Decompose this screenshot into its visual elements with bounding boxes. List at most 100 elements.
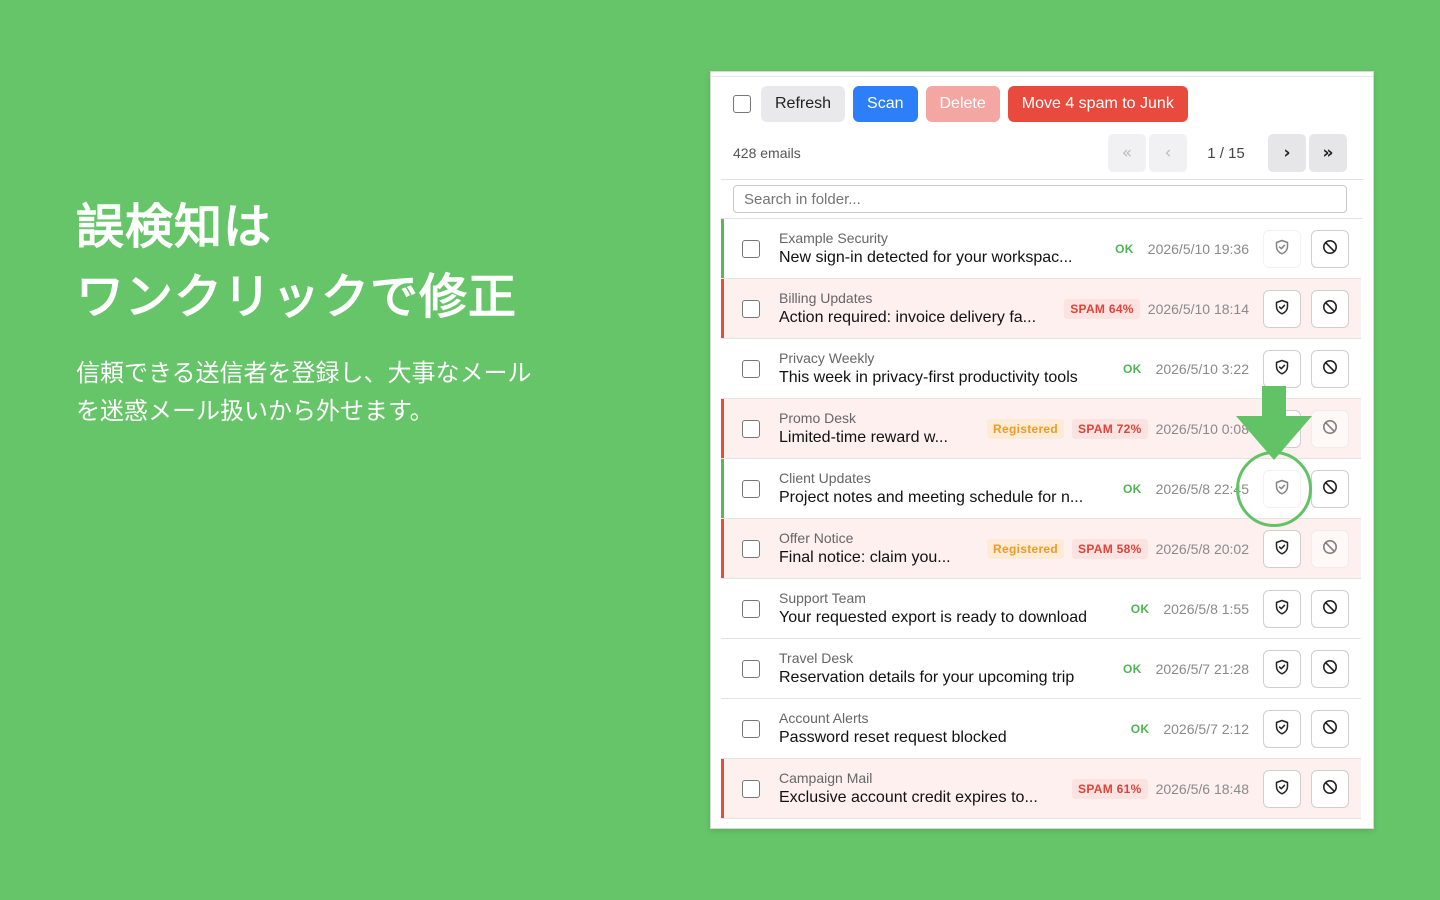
email-row[interactable]: Account Alerts Password reset request blo… [721, 699, 1361, 759]
block-icon [1322, 359, 1338, 379]
email-row[interactable]: Offer Notice Final notice: claim you... Re… [721, 519, 1361, 579]
block-sender-button[interactable] [1311, 230, 1349, 268]
promo-headline: 誤検知は ワンクリックで修正 [76, 192, 532, 332]
email-sender: Support Team [779, 590, 866, 606]
row-checkbox[interactable] [742, 720, 760, 738]
divider [711, 76, 1373, 77]
shield-check-icon [1274, 719, 1290, 739]
trust-sender-button[interactable] [1263, 230, 1301, 268]
status-badge: OK [1130, 602, 1150, 616]
email-date: 2026/5/8 20:02 [1155, 541, 1249, 557]
row-checkbox[interactable] [742, 240, 760, 258]
block-sender-button[interactable] [1311, 650, 1349, 688]
row-status-bar [721, 519, 724, 578]
row-checkbox[interactable] [742, 600, 760, 618]
block-sender-button[interactable] [1311, 290, 1349, 328]
move-spam-button[interactable]: Move 4 spam to Junk [1007, 86, 1188, 122]
row-checkbox[interactable] [742, 300, 760, 318]
trust-sender-button[interactable] [1263, 710, 1301, 748]
trust-sender-button[interactable] [1263, 770, 1301, 808]
email-meta: SPAM 64% 2026/5/10 18:14 [1064, 279, 1249, 339]
block-icon [1322, 779, 1338, 799]
email-row[interactable]: Campaign Mail Exclusive account credit ex… [721, 759, 1361, 819]
trust-sender-button[interactable] [1263, 650, 1301, 688]
block-icon [1322, 539, 1338, 559]
next-page-button[interactable]: › [1268, 134, 1306, 172]
email-row[interactable]: Travel Desk Reservation details for your … [721, 639, 1361, 699]
row-status-bar [721, 279, 724, 338]
email-meta: SPAM 61% 2026/5/6 18:48 [1072, 759, 1249, 819]
email-meta: Registered SPAM 72% 2026/5/10 0:08 [987, 399, 1249, 459]
row-checkbox[interactable] [742, 420, 760, 438]
email-sender: Campaign Mail [779, 770, 873, 786]
shield-check-icon [1274, 359, 1290, 379]
row-status-bar [721, 699, 724, 758]
registered-badge: Registered [987, 539, 1065, 559]
block-icon [1322, 659, 1338, 679]
email-text: Billing Updates Action required: invoice … [779, 289, 1099, 329]
row-checkbox[interactable] [742, 660, 760, 678]
status-badge: SPAM 58% [1072, 539, 1148, 559]
row-status-bar [721, 459, 724, 518]
block-icon [1322, 719, 1338, 739]
promo-text: 誤検知は ワンクリックで修正 信頼できる送信者を登録し、大事なメール を迷惑メー… [76, 192, 532, 430]
trust-sender-button[interactable] [1263, 530, 1301, 568]
email-row[interactable]: Example Security New sign-in detected for… [721, 219, 1361, 279]
block-sender-button[interactable] [1311, 350, 1349, 388]
refresh-button[interactable]: Refresh [761, 86, 846, 122]
row-checkbox[interactable] [742, 780, 760, 798]
email-date: 2026/5/10 3:22 [1155, 361, 1249, 377]
email-meta: OK 2026/5/8 1:55 [1125, 579, 1249, 639]
email-subject: Reservation details for your upcoming tr… [779, 669, 1075, 686]
email-subject: Project notes and meeting schedule for n… [779, 489, 1084, 506]
email-text: Example Security New sign-in detected for… [779, 229, 1099, 269]
row-checkbox[interactable] [742, 540, 760, 558]
email-sender: Travel Desk [779, 650, 854, 666]
status-badge: OK [1122, 482, 1142, 496]
select-all-checkbox[interactable] [733, 95, 751, 113]
prev-page-button[interactable]: ‹ [1149, 134, 1187, 172]
email-text: Account Alerts Password reset request blo… [779, 709, 1099, 749]
status-badge: OK [1115, 242, 1134, 256]
trust-sender-button[interactable] [1263, 350, 1301, 388]
email-sender: Account Alerts [779, 710, 869, 726]
pagination-bar: 428 emails « ‹ 1 / 15 › » [733, 134, 1347, 172]
email-meta: OK 2026/5/7 2:12 [1125, 699, 1249, 759]
block-sender-button[interactable] [1311, 710, 1349, 748]
promo-body: 信頼できる送信者を登録し、大事なメール を迷惑メール扱いから外せます。 [76, 354, 532, 430]
status-badge: OK [1122, 362, 1142, 376]
shield-check-icon [1274, 779, 1290, 799]
status-badge: OK [1130, 722, 1150, 736]
row-checkbox[interactable] [742, 480, 760, 498]
email-text: Privacy Weekly This week in privacy-first… [779, 349, 1099, 389]
block-sender-button[interactable] [1311, 530, 1349, 568]
block-sender-button[interactable] [1311, 410, 1349, 448]
email-date: 2026/5/10 18:14 [1147, 301, 1249, 317]
email-date: 2026/5/7 2:12 [1163, 721, 1249, 737]
trust-sender-button[interactable] [1263, 290, 1301, 328]
last-page-button[interactable]: » [1309, 134, 1347, 172]
search-input[interactable] [733, 185, 1347, 213]
first-page-button[interactable]: « [1108, 134, 1146, 172]
block-sender-button[interactable] [1311, 590, 1349, 628]
email-sender: Billing Updates [779, 290, 873, 306]
shield-check-icon [1274, 539, 1290, 559]
row-checkbox[interactable] [742, 360, 760, 378]
highlight-circle [1236, 451, 1312, 527]
trust-sender-button[interactable] [1263, 590, 1301, 628]
email-subject: Password reset request blocked [779, 729, 1007, 746]
email-date: 2026/5/10 0:08 [1155, 421, 1249, 437]
status-badge: SPAM 61% [1072, 779, 1148, 799]
block-sender-button[interactable] [1311, 770, 1349, 808]
row-status-bar [721, 219, 724, 278]
email-meta: OK 2026/5/10 3:22 [1117, 339, 1249, 399]
block-sender-button[interactable] [1311, 470, 1349, 508]
scan-button[interactable]: Scan [853, 86, 918, 122]
email-row[interactable]: Support Team Your requested export is rea… [721, 579, 1361, 639]
email-date: 2026/5/10 19:36 [1147, 241, 1249, 257]
email-subject: Your requested export is ready to downlo… [779, 609, 1088, 626]
email-row[interactable]: Billing Updates Action required: invoice … [721, 279, 1361, 339]
email-subject: Exclusive account credit expires to... [779, 789, 1038, 806]
row-status-bar [721, 579, 724, 638]
delete-button[interactable]: Delete [925, 86, 1000, 122]
